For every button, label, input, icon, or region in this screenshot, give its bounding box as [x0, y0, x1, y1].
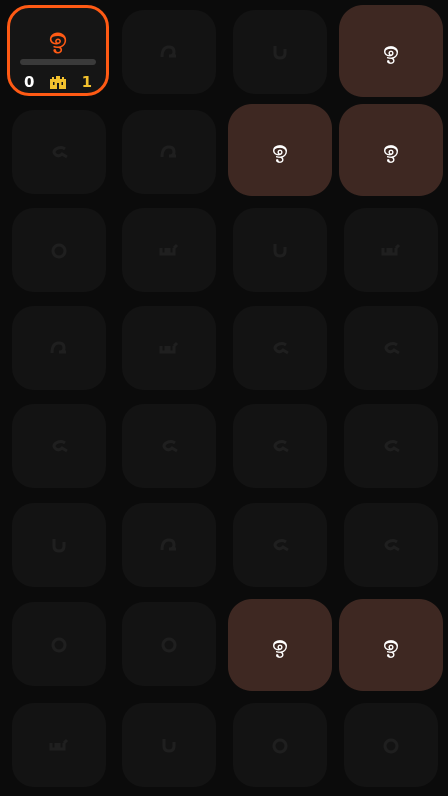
level-count: 1: [81, 73, 92, 91]
tile-glyph-icon: [384, 539, 400, 552]
tile[interactable]: [122, 10, 216, 94]
tile[interactable]: [12, 602, 106, 686]
tile-glyph-icon: [50, 341, 66, 354]
tile[interactable]: [233, 10, 327, 94]
tile-glyph-icon: [51, 243, 67, 259]
tile-glyph-icon: [273, 244, 287, 258]
tile[interactable]: [12, 703, 106, 787]
tile-glyph-icon: [273, 46, 287, 60]
progress-bar: [20, 59, 96, 65]
tile-glyph-icon: [160, 145, 176, 158]
tile-highlighted[interactable]: ඉ: [228, 104, 332, 196]
tile[interactable]: [122, 503, 216, 587]
castle-icon: [50, 76, 66, 89]
tile[interactable]: [344, 404, 438, 488]
tile[interactable]: [122, 404, 216, 488]
target-glyph: ඉ: [49, 22, 67, 55]
tile[interactable]: [344, 503, 438, 587]
status-panel: ඉ 0 1: [7, 5, 109, 96]
tile-glyph-icon: [273, 440, 289, 453]
tile[interactable]: [12, 110, 106, 194]
tile[interactable]: [233, 404, 327, 488]
tile[interactable]: [12, 404, 106, 488]
tile[interactable]: [122, 703, 216, 787]
tile-glyph-icon: [384, 440, 400, 453]
tile-glyph-icon: [273, 342, 289, 355]
tile[interactable]: [122, 208, 216, 292]
tile[interactable]: [122, 306, 216, 390]
tile-glyph-icon: [162, 739, 176, 753]
tile[interactable]: [12, 306, 106, 390]
tile[interactable]: [344, 703, 438, 787]
tile-glyph-icon: [159, 243, 179, 256]
tile-glyph-icon: [161, 637, 177, 653]
tile[interactable]: [12, 503, 106, 587]
tile-highlighted[interactable]: ඉ: [228, 599, 332, 691]
tile-glyph-icon: [52, 539, 66, 553]
tile-glyph-icon: [160, 45, 176, 58]
tile[interactable]: [122, 110, 216, 194]
game-board: ඉ 0 1 ඉ ඉ ඉ ඉ ඉ: [0, 0, 448, 796]
score-row: 0 1: [24, 73, 92, 91]
tile-glyph-icon: [383, 738, 399, 754]
tile[interactable]: [233, 703, 327, 787]
tile-glyph-icon: [159, 341, 179, 354]
tile-glyph-icon: [273, 539, 289, 552]
tile-highlighted[interactable]: ඉ: [339, 104, 443, 196]
tile-glyph-icon: [384, 342, 400, 355]
tile[interactable]: [122, 602, 216, 686]
tile-highlighted[interactable]: ඉ: [339, 5, 443, 97]
tile[interactable]: [233, 208, 327, 292]
tile-glyph-icon: [162, 440, 178, 453]
tile-glyph-icon: [52, 146, 68, 159]
tile-glyph-icon: [52, 440, 68, 453]
tile[interactable]: [12, 208, 106, 292]
tile-glyph-icon: [381, 243, 401, 256]
tile[interactable]: [344, 306, 438, 390]
tile-glyph-icon: [49, 738, 69, 751]
tile-glyph-icon: [272, 738, 288, 754]
tile[interactable]: [233, 306, 327, 390]
tile[interactable]: [344, 208, 438, 292]
tile[interactable]: [233, 503, 327, 587]
tile-highlighted[interactable]: ඉ: [339, 599, 443, 691]
tile-glyph-icon: [160, 538, 176, 551]
tile-glyph-icon: [51, 637, 67, 653]
moves-count: 0: [24, 73, 35, 91]
